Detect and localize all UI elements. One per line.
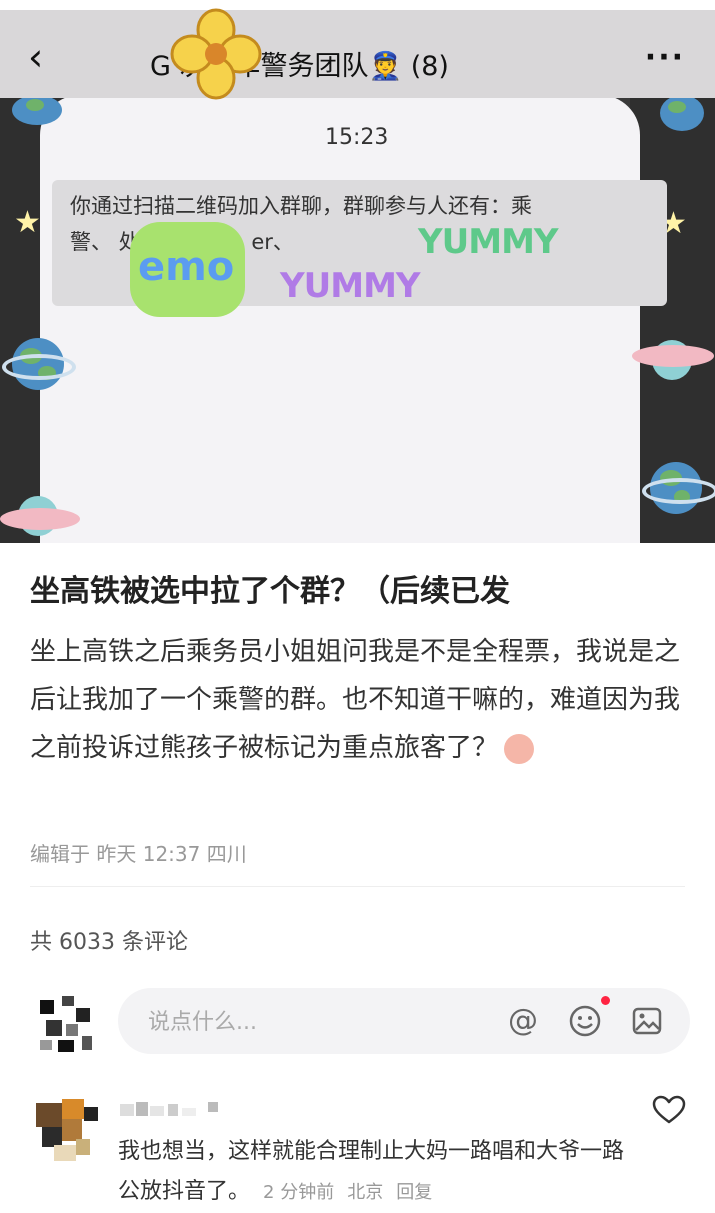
post-body-text: 坐上高铁之后乘务员小姐姐问我是不是全程票，我说是之后让我加了一个乘警的群。也不知…: [30, 637, 681, 763]
emo-sticker: emo: [130, 222, 245, 317]
planet-sticker: [660, 95, 704, 131]
comment-input[interactable]: [146, 1006, 450, 1038]
planet-ring: [2, 354, 76, 380]
ufo-sticker: [0, 508, 80, 530]
comment-location: 北京: [347, 1182, 384, 1203]
emoji-icon[interactable]: [568, 1004, 602, 1038]
reply-button[interactable]: 回复: [396, 1182, 432, 1203]
message-time: 15:23: [325, 125, 389, 150]
yummy-sticker: YUMMY: [280, 266, 421, 306]
post-title: 坐高铁被选中拉了个群？（后续已发: [30, 574, 510, 609]
post-image[interactable]: ★ ★ ‹ G 次列车警务团队👮 (8) ··· 15:23 你通过扫描二维码加…: [0, 0, 715, 543]
post-body: 坐上高铁之后乘务员小姐姐问我是不是全程票，我说是之后让我加了一个乘警的群。也不知…: [30, 628, 680, 772]
star-icon: ★: [14, 205, 41, 240]
edit-info: 编辑于 昨天 12:37 四川: [30, 842, 247, 866]
ufo-sticker: [632, 345, 714, 367]
avatar[interactable]: [36, 994, 96, 1054]
comment-count: 共 6033 条评论: [30, 930, 188, 955]
back-icon[interactable]: ‹: [28, 38, 43, 76]
chat-background: [40, 95, 640, 543]
chat-nav-bar: ‹ G 次列车警务团队👮 (8) ···: [0, 0, 715, 98]
mention-icon[interactable]: @: [506, 1004, 540, 1038]
comment-text: 我也想当，这样就能合理制止大妈一路唱和大爷一路公放抖音了。 2 分钟前 北京 回…: [118, 1139, 625, 1204]
image-icon[interactable]: [630, 1004, 664, 1038]
like-heart-icon[interactable]: [652, 1095, 686, 1125]
divider: [30, 886, 685, 887]
flower-sticker: [170, 8, 262, 100]
comment-input-box[interactable]: @: [118, 988, 690, 1054]
comment-time: 2 分钟前: [263, 1182, 335, 1203]
system-message-line: 你通过扫描二维码加入群聊，群聊参与人还有：乘: [70, 194, 532, 218]
commenter-avatar[interactable]: [36, 1095, 98, 1163]
commenter-name[interactable]: [120, 1100, 220, 1118]
planet-ring: [642, 478, 715, 504]
notification-dot: [601, 996, 610, 1005]
yummy-sticker: YUMMY: [418, 222, 559, 262]
more-icon[interactable]: ···: [645, 40, 685, 75]
planet-sticker: [12, 95, 62, 125]
sweat-face-icon: [504, 733, 535, 764]
